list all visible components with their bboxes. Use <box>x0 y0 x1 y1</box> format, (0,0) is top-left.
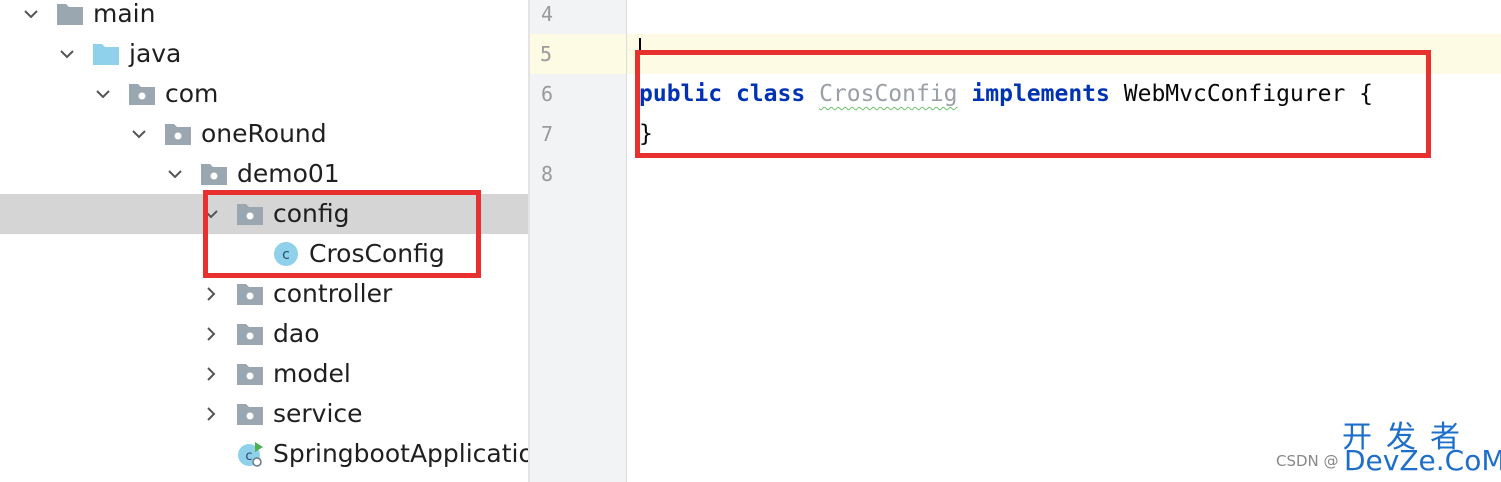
tree-item-main[interactable]: main <box>0 0 528 34</box>
chevron-down-icon[interactable] <box>91 74 115 114</box>
code-editor[interactable]: public class CrosConfig implements WebMv… <box>627 0 1501 482</box>
tree-item-label: com <box>165 79 219 108</box>
tree-item-springbootapplication[interactable]: c SpringbootApplication <box>0 434 528 474</box>
tree-item-label: SpringbootApplication <box>273 439 528 468</box>
line-number: 4 <box>540 2 554 26</box>
package-icon <box>236 401 264 427</box>
folder-icon <box>56 1 84 27</box>
spring-boot-class-icon: c <box>236 441 264 467</box>
chevron-down-icon[interactable] <box>127 114 151 154</box>
tree-item-label: oneRound <box>201 119 327 148</box>
tree-item-label: demo01 <box>237 159 340 188</box>
tree-item-controller[interactable]: controller <box>0 274 528 314</box>
svg-text:c: c <box>245 449 252 464</box>
chevron-right-icon[interactable] <box>199 354 223 394</box>
project-tree: main java com oneRound demo01 config c C… <box>0 0 528 482</box>
tree-item-oneround[interactable]: oneRound <box>0 114 528 154</box>
tree-item-dao[interactable]: dao <box>0 314 528 354</box>
tree-item-java[interactable]: java <box>0 34 528 74</box>
source-folder-icon <box>92 41 120 67</box>
tree-item-label: controller <box>273 279 393 308</box>
chevron-down-icon[interactable] <box>55 34 79 74</box>
tree-item-demo01[interactable]: demo01 <box>0 154 528 194</box>
annotation-box <box>635 50 1431 158</box>
annotation-box <box>203 190 481 278</box>
package-icon <box>236 321 264 347</box>
line-number: 7 <box>540 122 554 146</box>
tree-item-label: java <box>129 39 182 68</box>
tree-item-label: main <box>93 0 156 28</box>
line-number: 8 <box>540 162 554 186</box>
chevron-down-icon[interactable] <box>163 154 187 194</box>
chevron-right-icon[interactable] <box>199 394 223 434</box>
chevron-right-icon[interactable] <box>199 314 223 354</box>
tree-item-label: dao <box>273 319 320 348</box>
watermark-csdn: CSDN @ <box>1276 452 1339 470</box>
tree-item-model[interactable]: model <box>0 354 528 394</box>
chevron-right-icon[interactable] <box>199 274 223 314</box>
line-number: 5 <box>530 34 626 74</box>
package-icon <box>164 121 192 147</box>
line-number: 6 <box>540 82 554 106</box>
package-icon <box>200 161 228 187</box>
tree-item-service[interactable]: service <box>0 394 528 434</box>
package-icon <box>236 281 264 307</box>
tree-item-label: model <box>273 359 351 388</box>
editor-gutter: 4 5 6 7 8 <box>530 0 627 482</box>
chevron-down-icon[interactable] <box>19 0 43 34</box>
package-icon <box>236 361 264 387</box>
watermark-english: DevZe.CoM <box>1344 444 1501 477</box>
tree-item-label: service <box>273 399 363 428</box>
tree-item-com[interactable]: com <box>0 74 528 114</box>
package-icon <box>128 81 156 107</box>
